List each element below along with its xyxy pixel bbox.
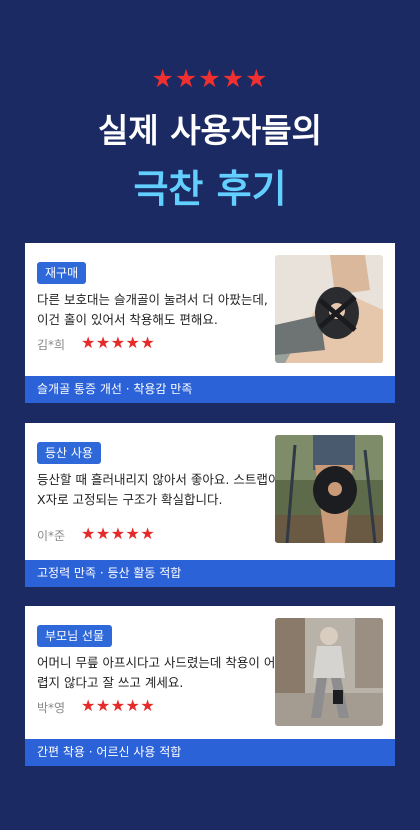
review-text: 다른 보호대는 슬개골이 눌려서 더 아팠는데, 이건 홀이 있어서 착용해도 … — [37, 292, 268, 327]
review-summary: 간편 착용 · 어르신 사용 적합 — [25, 739, 395, 766]
knee-brace-photo — [275, 618, 383, 726]
review-author: 이*준 — [37, 529, 66, 543]
review-card: 부모님 선물 어머니 무릎 아프시다고 사드렸는데 착용이 어렵지 않다고 잘 … — [25, 606, 395, 766]
top-rating-stars: ★★★★★ — [151, 64, 269, 93]
review-card: 등산 사용 등산할 때 흘러내리지 않아서 좋아요. 스트랩이 X자로 고정되는… — [25, 423, 395, 587]
review-badge: 부모님 선물 — [37, 625, 113, 647]
knee-brace-photo — [275, 255, 383, 363]
review-badge: 등산 사용 — [37, 442, 101, 464]
review-card: 재구매 다른 보호대는 슬개골이 눌려서 더 아팠는데, 이건 홀이 있어서 착… — [25, 243, 395, 403]
review-text: 등산할 때 흘러내리지 않아서 좋아요. 스트랩이 X자로 고정되는 구조가 확… — [37, 472, 280, 507]
review-rating-stars: ★★★★★ — [81, 696, 156, 715]
review-summary: 슬개골 통증 개선 · 착용감 만족 — [25, 376, 395, 403]
review-summary: 고정력 만족 · 등산 활동 적합 — [25, 560, 395, 587]
review-author: 박*영 — [37, 701, 66, 715]
review-text: 어머니 무릎 아프시다고 사드렸는데 착용이 어렵지 않다고 잘 쓰고 계세요. — [37, 655, 276, 690]
review-author: 김*희 — [37, 338, 66, 352]
page-title-line2: 극찬 후기 — [133, 167, 287, 211]
review-rating-stars: ★★★★★ — [81, 524, 156, 543]
review-badge: 재구매 — [37, 262, 87, 284]
page-title-line1: 실제 사용자들의 — [97, 111, 322, 150]
knee-brace-photo — [275, 435, 383, 543]
review-rating-stars: ★★★★★ — [81, 333, 156, 352]
